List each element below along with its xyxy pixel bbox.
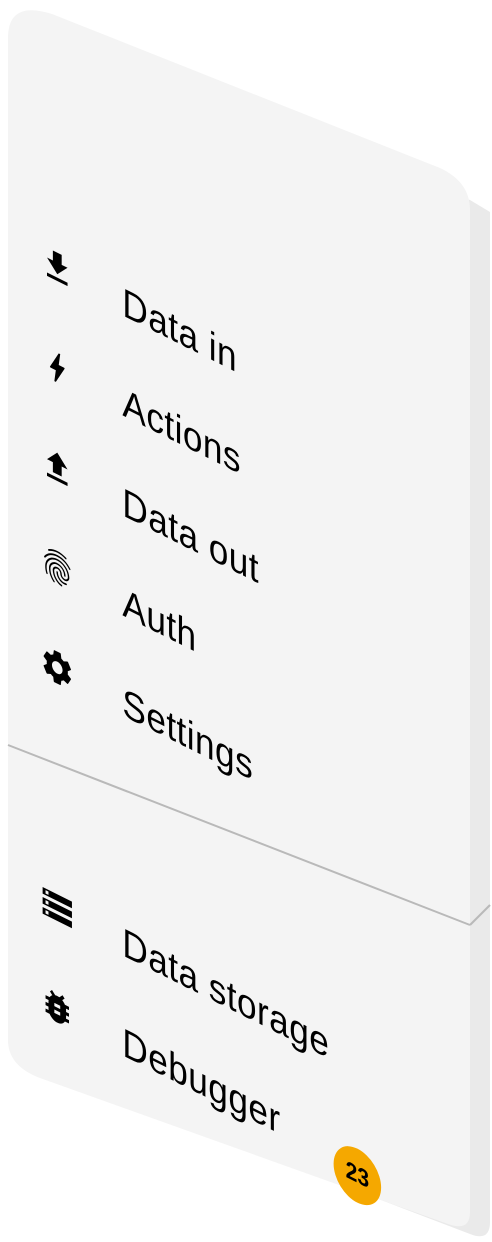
bug-icon — [37, 975, 77, 1041]
data-storage-icon — [37, 875, 77, 941]
download-icon — [37, 235, 77, 301]
menu-item-label: Actions — [122, 380, 241, 484]
bolt-icon — [37, 335, 77, 401]
menu-item-label: Data out — [122, 480, 259, 593]
menu-item-label: Data in — [122, 280, 238, 382]
debugger-count-badge: 23 — [333, 1136, 382, 1215]
menu-item-label: Settings — [122, 680, 254, 790]
upload-icon — [37, 435, 77, 501]
sidebar-menu: Data in Actions Data out Auth Settings D… — [30, 40, 417, 1242]
isometric-stage: Data in Actions Data out Auth Settings D… — [0, 0, 492, 1242]
primary-menu: Data in Actions Data out Auth Settings D… — [30, 225, 417, 1215]
gear-icon — [37, 635, 77, 701]
menu-item-label: Auth — [122, 580, 197, 662]
fingerprint-icon — [37, 535, 77, 601]
